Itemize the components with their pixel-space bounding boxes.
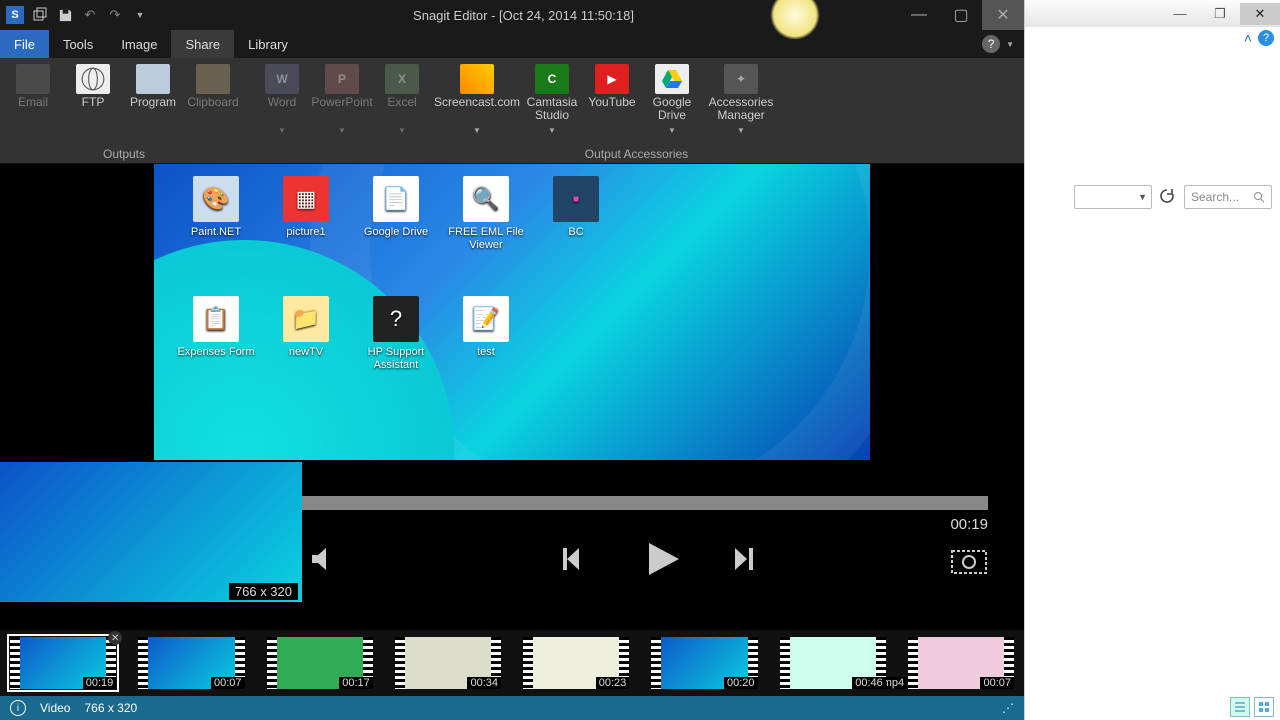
outputs-group-label: Outputs (6, 147, 242, 163)
redo-icon[interactable]: ↷ (106, 6, 124, 24)
seek-bar[interactable] (302, 496, 988, 510)
menu-image[interactable]: Image (107, 30, 171, 58)
output-word: WWord▼ (255, 62, 309, 147)
help-dropdown-icon[interactable]: ? (982, 35, 1000, 53)
video-frame[interactable]: 🎨Paint.NET ▦picture1 📄Google Drive 🔍FREE… (154, 164, 870, 460)
output-excel: XExcel▼ (375, 62, 429, 147)
secondary-window: — ❐ ✕ ˄ ? ▼ Search... (1024, 0, 1280, 720)
menu-library[interactable]: Library (234, 30, 302, 58)
tray-duration: 00:23 (596, 677, 630, 689)
player-controls: 766 x 320 00:19 (0, 460, 1024, 624)
output-youtube[interactable]: ▶YouTube (585, 62, 639, 147)
play-icon[interactable] (641, 539, 685, 579)
secondary-view-switch (1230, 694, 1280, 720)
preview-dimensions: 766 x 320 (229, 583, 298, 600)
tray-thumbnail[interactable]: 00:23 (523, 637, 629, 689)
refresh-icon[interactable] (1158, 187, 1178, 207)
tray-thumbnail[interactable]: ✕00:19 (10, 637, 116, 689)
secondary-close[interactable]: ✕ (1240, 3, 1280, 25)
save-icon[interactable] (56, 6, 74, 24)
tray-duration: 00:07 (980, 677, 1014, 689)
status-bar: i Video 766 x 320 ⋰ (0, 696, 1024, 720)
tray-duration: 00:34 (467, 677, 501, 689)
search-placeholder: Search... (1191, 190, 1239, 204)
qat-dropdown-icon[interactable]: ▼ (131, 6, 149, 24)
desktop-icons: 🎨Paint.NET ▦picture1 📄Google Drive 🔍FREE… (154, 164, 870, 426)
output-accessories-manager[interactable]: ✦Accessories Manager▼ (705, 62, 777, 147)
tray-thumbnail[interactable]: 00:34 (395, 637, 501, 689)
output-google-drive[interactable]: Google Drive▼ (645, 62, 699, 147)
minimize-button[interactable]: — (898, 0, 940, 30)
view-dropdown[interactable]: ▼ (1074, 185, 1152, 209)
close-button[interactable]: ✕ (982, 0, 1024, 30)
secondary-maximize[interactable]: ❐ (1200, 3, 1240, 25)
secondary-titlebar: — ❐ ✕ (1025, 0, 1280, 27)
tray-thumbnail[interactable]: 00:46 (780, 637, 886, 689)
canvas-area: 🎨Paint.NET ▦picture1 📄Google Drive 🔍FREE… (0, 164, 1024, 630)
status-dimensions: 766 x 320 (84, 701, 137, 715)
tray-duration: 00:17 (339, 677, 373, 689)
tray-thumbnail[interactable]: 00:07 (138, 637, 244, 689)
search-icon (1253, 191, 1265, 203)
secondary-toolbar: ▼ Search... (1025, 177, 1280, 217)
undo-icon[interactable]: ↶ (81, 6, 99, 24)
grid-view-icon[interactable] (1254, 697, 1274, 717)
help-icon[interactable]: ? (1258, 30, 1274, 46)
list-view-icon[interactable] (1230, 697, 1250, 717)
share-ribbon: Email FTP Program Clipboard Outputs WWor… (0, 58, 1024, 164)
output-screencast[interactable]: Screencast.com▼ (435, 62, 519, 147)
output-email: Email (6, 62, 60, 147)
step-back-icon[interactable] (561, 544, 595, 574)
output-program[interactable]: Program (126, 62, 180, 147)
menu-tabs: File Tools Image Share Library ? ▼ (0, 30, 1024, 58)
menu-file[interactable]: File (0, 30, 49, 58)
output-ftp[interactable]: FTP (66, 62, 120, 147)
resize-grip-icon[interactable]: ⋰ (1002, 701, 1014, 715)
tray-duration: 00:20 (724, 677, 758, 689)
menu-tools[interactable]: Tools (49, 30, 107, 58)
output-powerpoint: PPowerPoint▼ (315, 62, 369, 147)
tray-duration: 00:07 (211, 677, 245, 689)
menu-share[interactable]: Share (171, 30, 234, 58)
search-input[interactable]: Search... (1184, 185, 1272, 209)
accessories-group-label: Output Accessories (255, 147, 1018, 163)
step-forward-icon[interactable] (731, 544, 765, 574)
snagit-editor-window: S ↶ ↷ ▼ Snagit Editor - [Oct 24, 2014 11… (0, 0, 1024, 720)
status-type: Video (40, 701, 70, 715)
output-camtasia[interactable]: CCamtasia Studio▼ (525, 62, 579, 147)
output-clipboard: Clipboard (186, 62, 240, 147)
titlebar: S ↶ ↷ ▼ Snagit Editor - [Oct 24, 2014 11… (0, 0, 1024, 30)
secondary-minimize[interactable]: — (1160, 3, 1200, 25)
quick-access-toolbar: S ↶ ↷ ▼ (0, 6, 149, 24)
maximize-button[interactable]: ▢ (940, 0, 982, 30)
chevron-up-icon[interactable]: ˄ (1244, 30, 1252, 46)
capture-tray: ✕00:1900:0700:1700:3400:2300:2000:46mp40… (0, 630, 1024, 696)
playback-time: 00:19 (950, 516, 988, 533)
copy-all-icon[interactable] (31, 6, 49, 24)
info-icon[interactable]: i (10, 700, 26, 716)
tray-thumbnail[interactable]: 00:17 (267, 637, 373, 689)
preview-thumbnail[interactable]: 766 x 320 (0, 462, 302, 602)
tray-thumbnail[interactable]: 00:20 (651, 637, 757, 689)
tray-duration: 00:46 (852, 677, 886, 689)
snagit-logo-icon[interactable]: S (6, 6, 24, 24)
tray-duration: 00:19 (83, 677, 117, 689)
close-thumbnail-icon[interactable]: ✕ (108, 631, 122, 645)
tray-thumbnail[interactable]: mp400:07 (908, 637, 1014, 689)
volume-icon[interactable] (310, 546, 340, 572)
help-dropdown-caret[interactable]: ▼ (1006, 40, 1014, 49)
snapshot-icon[interactable] (950, 543, 988, 575)
